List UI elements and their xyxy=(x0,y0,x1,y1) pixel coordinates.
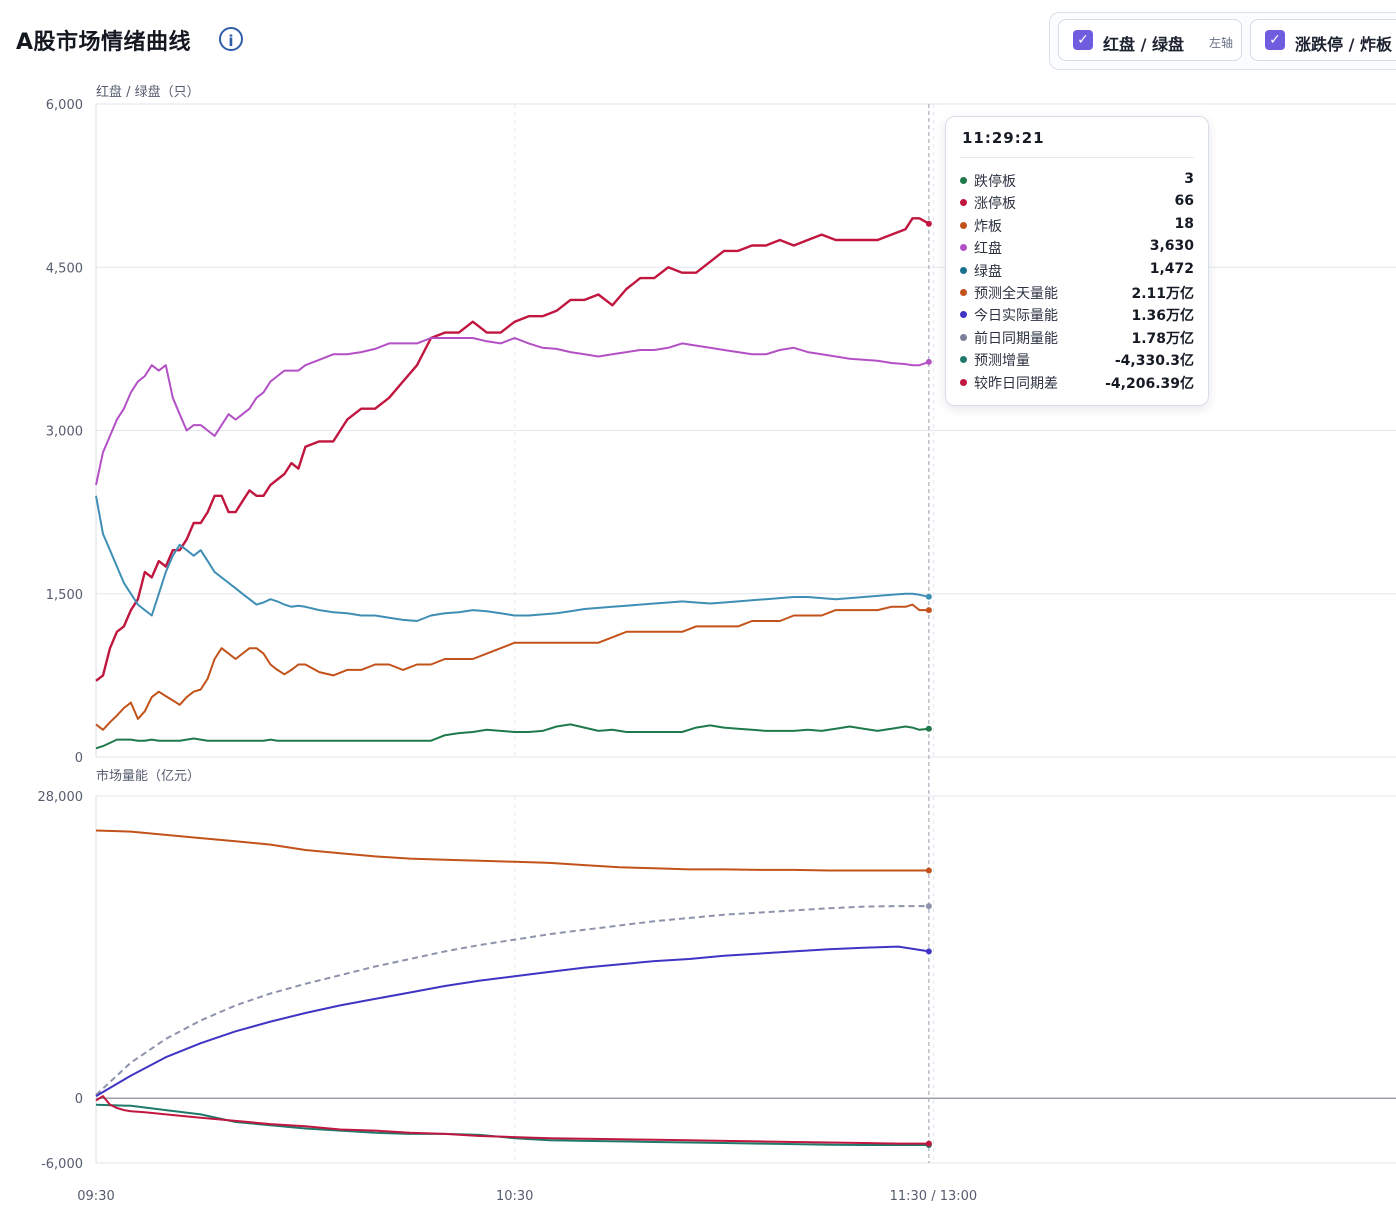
tooltip-row: 预测全天量能 2.11万亿 xyxy=(960,283,1194,303)
tooltip-series-name: 预测全天量能 xyxy=(974,286,1058,302)
series-dot-icon xyxy=(960,221,967,229)
tooltip-series-value: 1.78万亿 xyxy=(1131,330,1194,347)
series-line xyxy=(95,829,929,872)
tooltip-row: 跌停板 3 xyxy=(960,171,1194,191)
series-dot-icon xyxy=(960,378,967,386)
series-line xyxy=(95,337,930,486)
tooltip-series-name: 前日同期量能 xyxy=(974,330,1058,347)
tooltip-row: 涨停板 66 xyxy=(960,193,1194,213)
series-dot-icon xyxy=(960,289,967,296)
tooltip-series-value: -4,330.3亿 xyxy=(1114,353,1194,370)
y-tick-label: 6,000 xyxy=(46,98,83,113)
tooltip-series-name: 绿盘 xyxy=(974,263,1002,280)
series-line xyxy=(95,603,929,731)
tooltip-series-value: 3 xyxy=(1184,171,1194,187)
tooltip-series-name: 红盘 xyxy=(974,241,1002,258)
series-line xyxy=(95,905,929,1096)
tooltip-series-name: 今日实际量能 xyxy=(974,308,1058,325)
tooltip-series-name: 较昨日同期差 xyxy=(974,375,1058,392)
tooltip-row: 绿盘 1,472 xyxy=(960,261,1194,281)
bottom-y-axis-label: 市场量能（亿元） xyxy=(96,768,200,784)
tooltip-series-name: 预测增量 xyxy=(974,353,1030,370)
tooltip-row: 预测增量 -4,330.3亿 xyxy=(960,350,1194,370)
tooltip-series-value: 3,630 xyxy=(1149,238,1194,255)
top-y-axis-label: 红盘 / 绿盘（只） xyxy=(96,84,200,100)
tooltip-series-value: -4,206.39亿 xyxy=(1105,375,1194,392)
series-line xyxy=(95,1095,929,1145)
x-tick-label: 09:30 xyxy=(77,1189,114,1204)
series-dot-icon xyxy=(960,266,967,274)
tooltip-time: 11:29:21 xyxy=(962,129,1045,147)
series-end-point xyxy=(925,607,932,614)
tooltip-row: 今日实际量能 1.36万亿 xyxy=(960,305,1194,325)
series-end-point xyxy=(925,948,932,955)
y-tick-label: 28,000 xyxy=(38,790,84,805)
tooltip-series-name: 炸板 xyxy=(974,218,1002,235)
series-end-point xyxy=(925,593,932,600)
series-line xyxy=(95,723,930,750)
tooltip-row: 前日同期量能 1.78万亿 xyxy=(960,328,1194,348)
tooltip-series-name: 涨停板 xyxy=(974,196,1016,213)
tooltip-series-name: 跌停板 xyxy=(974,174,1016,190)
tooltip-series-value: 1,472 xyxy=(1149,260,1194,277)
y-tick-label: 0 xyxy=(75,1092,83,1107)
x-tick-label: 10:30 xyxy=(496,1189,533,1204)
series-end-point xyxy=(925,867,932,874)
y-tick-label: 3,000 xyxy=(46,425,83,440)
series-end-point xyxy=(925,725,932,732)
y-tick-label: 4,500 xyxy=(46,261,83,276)
y-tick-label: -6,000 xyxy=(41,1157,83,1172)
tooltip-row: 炸板 18 xyxy=(960,216,1194,236)
hover-tooltip: 11:29:21 跌停板 3 涨停板 66 炸板 18 红盘 3,630 绿盘 1,472 预测全天… xyxy=(945,116,1209,406)
series-dot-icon xyxy=(960,311,967,319)
series-line xyxy=(95,495,930,622)
series-end-point xyxy=(925,1140,932,1147)
tooltip-series-value: 18 xyxy=(1174,215,1194,232)
series-dot-icon xyxy=(960,333,967,341)
y-tick-label: 0 xyxy=(75,751,83,766)
tooltip-row: 较昨日同期差 -4,206.39亿 xyxy=(960,373,1194,393)
series-end-point xyxy=(925,220,932,227)
tooltip-series-value: 2.11万亿 xyxy=(1131,286,1194,302)
x-tick-label: 11:30 / 13:00 xyxy=(890,1189,978,1204)
tooltip-row: 红盘 3,630 xyxy=(960,238,1194,258)
series-dot-icon xyxy=(960,244,967,252)
tooltip-divider xyxy=(960,157,1194,158)
y-tick-label: 1,500 xyxy=(46,588,83,603)
series-dot-icon xyxy=(960,177,967,184)
series-end-point xyxy=(925,358,932,365)
series-dot-icon xyxy=(960,199,967,207)
series-line xyxy=(95,1103,929,1146)
tooltip-series-value: 66 xyxy=(1174,193,1194,210)
series-line xyxy=(95,217,930,682)
series-end-point xyxy=(925,903,932,910)
series-line xyxy=(95,945,930,1097)
tooltip-series-value: 1.36万亿 xyxy=(1131,308,1194,325)
bottom-grid xyxy=(95,795,1396,1164)
series-dot-icon xyxy=(960,356,967,364)
